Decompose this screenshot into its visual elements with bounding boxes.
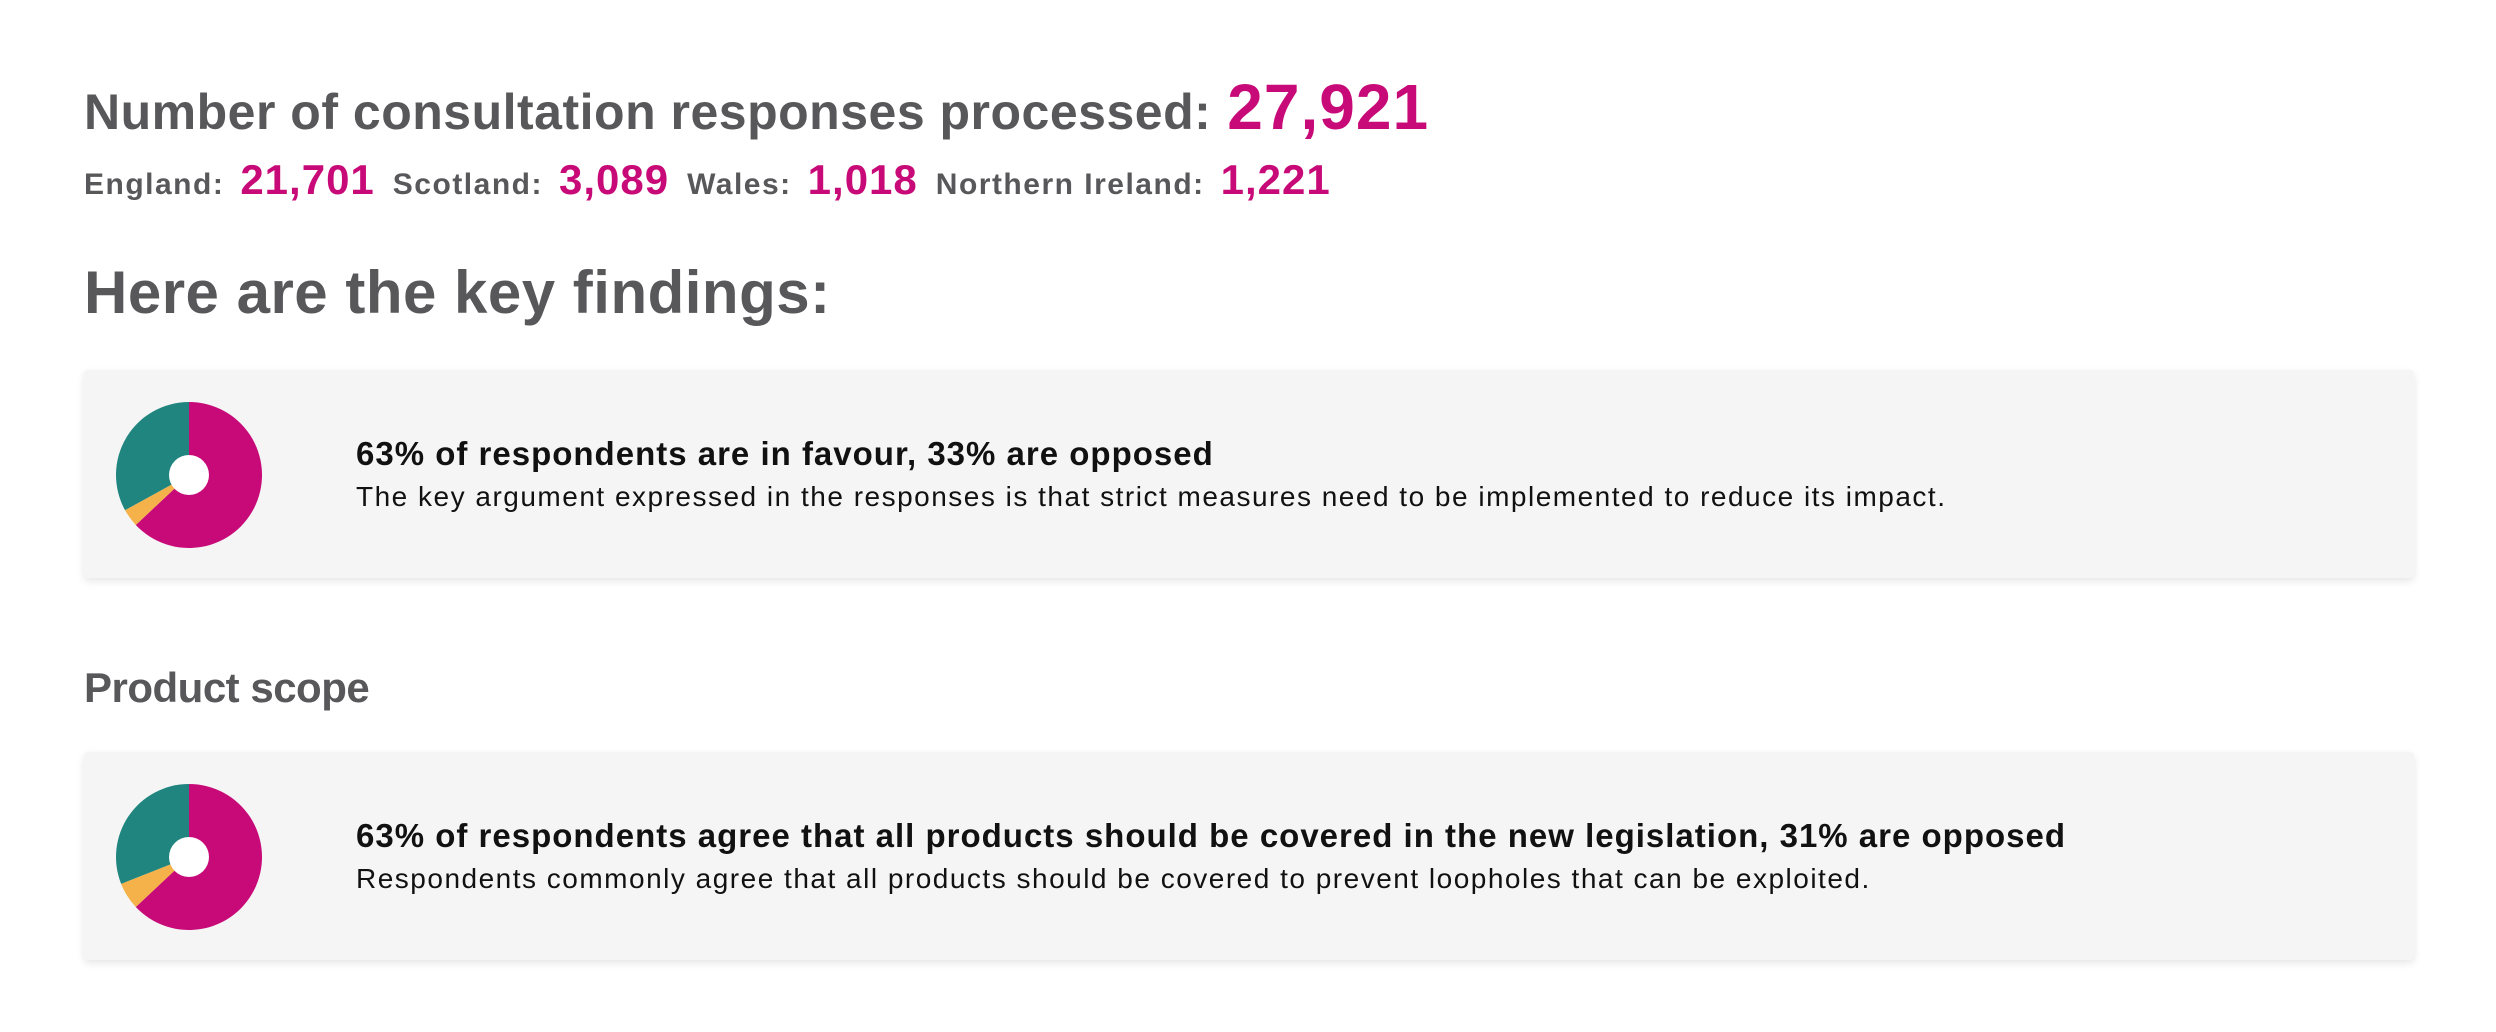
total-responses: Number of consultation responses process… bbox=[84, 70, 1429, 144]
nation-value-northern-ireland: 1,221 bbox=[1220, 156, 1331, 203]
finding-title: 63% of respondents agree that all produc… bbox=[356, 817, 2067, 854]
finding-card-support: 63% of respondents are in favour, 33% ar… bbox=[84, 370, 2414, 578]
nation-label-scotland: Scotland: bbox=[392, 168, 543, 201]
finding-description: Respondents commonly agree that all prod… bbox=[356, 863, 1871, 894]
nation-label-wales: Wales: bbox=[687, 168, 792, 201]
donut-chart bbox=[116, 402, 262, 548]
nation-label-northern-ireland: Northern Ireland: bbox=[935, 168, 1205, 201]
product-scope-heading: Product scope bbox=[84, 664, 370, 711]
total-responses-label: Number of consultation responses process… bbox=[84, 84, 1212, 140]
finding-description: The key argument expressed in the respon… bbox=[356, 481, 1947, 512]
finding-title: 63% of respondents are in favour, 33% ar… bbox=[356, 435, 1214, 472]
nation-value-scotland: 3,089 bbox=[558, 156, 670, 203]
nation-value-england: 21,701 bbox=[240, 156, 375, 203]
donut-hole bbox=[169, 455, 209, 495]
key-findings-heading: Here are the key findings: bbox=[84, 259, 831, 326]
donut-hole bbox=[169, 837, 209, 877]
finding-card-product-scope: 63% of respondents agree that all produc… bbox=[84, 752, 2414, 960]
finding-text: 63% of respondents agree that all produc… bbox=[356, 752, 2376, 960]
nation-breakdown: England: 21,701 Scotland: 3,089 Wales: 1… bbox=[84, 156, 1349, 204]
nation-label-england: England: bbox=[84, 168, 225, 201]
donut-chart bbox=[116, 784, 262, 930]
nation-value-wales: 1,018 bbox=[807, 156, 918, 203]
finding-text: 63% of respondents are in favour, 33% ar… bbox=[356, 370, 2376, 578]
total-responses-value: 27,921 bbox=[1227, 71, 1430, 143]
